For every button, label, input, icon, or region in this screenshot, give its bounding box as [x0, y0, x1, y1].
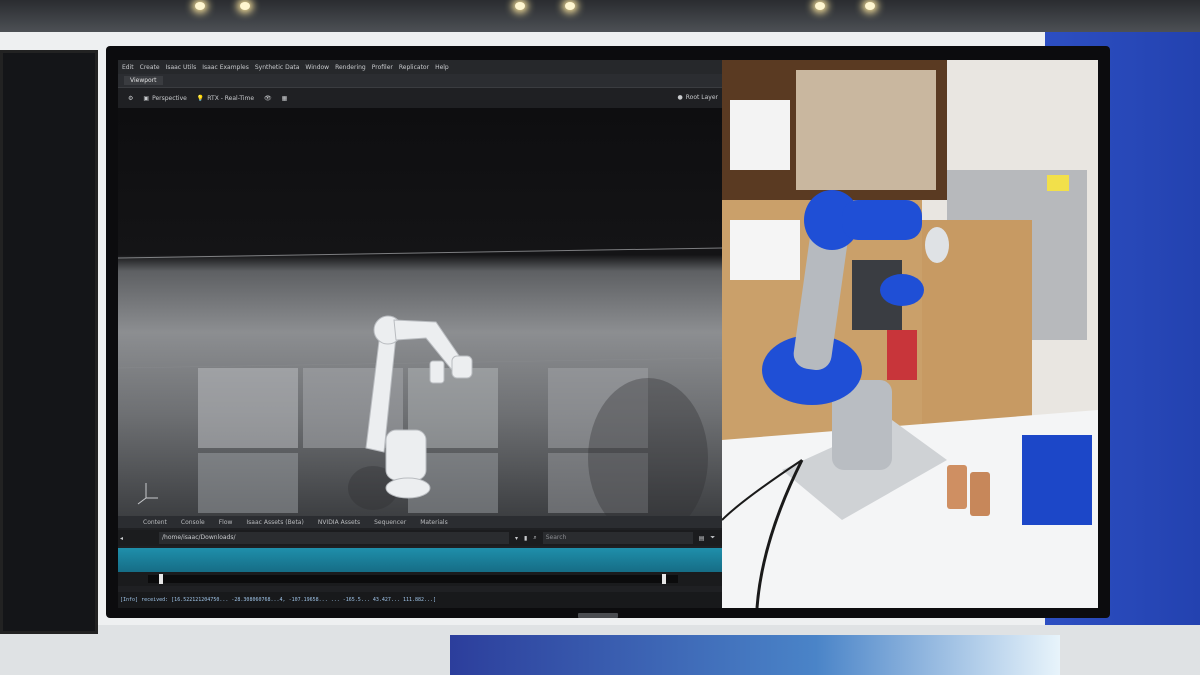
grid-horizon — [118, 247, 723, 259]
axis-gizmo-icon — [137, 483, 158, 505]
dropdown-arrow-icon[interactable]: ▾ — [515, 535, 518, 542]
tab-flow[interactable]: Flow — [214, 519, 238, 526]
path-input[interactable]: /home/isaac/Downloads/ — [159, 532, 510, 544]
menu-replicator[interactable]: Replicator — [399, 64, 429, 71]
eye-icon[interactable]: 👁 — [264, 95, 272, 102]
timeline-playhead[interactable] — [158, 574, 163, 584]
console-status-line: [Info] received: [16.522121204750... -28… — [118, 592, 724, 608]
list-view-icon[interactable]: ▤ — [699, 535, 705, 542]
adjacent-monitor — [0, 50, 98, 634]
menu-edit[interactable]: Edit — [122, 64, 134, 71]
content-path-bar: ◂ /home/isaac/Downloads/ ▾ ▮ ⌕ Search ▤ … — [118, 530, 722, 546]
search-icon: ⌕ — [533, 534, 537, 541]
tv-screen: Edit Create Isaac Utils Isaac Examples S… — [118, 60, 1098, 608]
booth-sign — [450, 635, 1060, 675]
viewport-tabbar: Viewport — [118, 74, 722, 88]
grid-icon[interactable]: ▦ — [282, 95, 288, 102]
menu-isaac-utils[interactable]: Isaac Utils — [166, 64, 197, 71]
viewport-scene — [118, 247, 723, 538]
tab-console[interactable]: Console — [176, 519, 210, 526]
wooden-block — [970, 472, 990, 516]
3d-viewport[interactable] — [118, 108, 723, 538]
tab-nvidia-assets[interactable]: NVIDIA Assets — [313, 519, 365, 526]
menu-window[interactable]: Window — [305, 64, 329, 71]
posted-paper — [730, 220, 800, 280]
robot-base — [385, 429, 427, 481]
ceiling-light — [240, 2, 250, 10]
blue-box — [1022, 435, 1092, 525]
menu-bar: Edit Create Isaac Utils Isaac Examples S… — [118, 60, 722, 74]
ceiling-light — [195, 2, 205, 10]
tv-brand-logo — [578, 613, 618, 618]
shelf-back — [796, 70, 936, 190]
root-layer-label: Root Layer — [685, 94, 718, 101]
timeline-end-marker[interactable] — [662, 574, 667, 584]
tab-content[interactable]: Content — [138, 519, 172, 526]
timeline-bar — [118, 572, 722, 586]
menu-help[interactable]: Help — [435, 64, 449, 71]
settings-gear-icon[interactable]: ⚙ — [128, 95, 133, 102]
reflection-panel — [198, 368, 298, 448]
layer-dot-icon: ● — [677, 94, 683, 101]
tab-isaac-assets[interactable]: Isaac Assets (Beta) — [241, 519, 308, 526]
ceiling-light — [865, 2, 875, 10]
menu-profiler[interactable]: Profiler — [372, 64, 393, 71]
robot-tool — [429, 360, 445, 384]
content-browser-panel[interactable] — [118, 548, 722, 572]
root-layer-indicator[interactable]: ● Root Layer — [678, 94, 718, 101]
tab-viewport[interactable]: Viewport — [124, 76, 163, 85]
bulb-icon: 💡 — [196, 94, 205, 102]
bookmark-icon[interactable]: ▮ — [524, 535, 527, 542]
reflection-panel — [198, 453, 298, 513]
menu-isaac-examples[interactable]: Isaac Examples — [202, 64, 249, 71]
tab-sequencer[interactable]: Sequencer — [369, 519, 411, 526]
menu-create[interactable]: Create — [140, 64, 160, 71]
back-arrow-icon[interactable]: ◂ — [120, 535, 123, 542]
warning-label — [1047, 175, 1069, 191]
bottom-panel-tabs: Content Console Flow Isaac Assets (Beta)… — [118, 516, 722, 528]
viewport-toolbar: ⚙ ▣ Perspective 💡 RTX - Real-Time 👁 ▦ — [118, 88, 722, 108]
wooden-block — [947, 465, 967, 509]
menu-rendering[interactable]: Rendering — [335, 64, 366, 71]
robot-foot — [385, 477, 431, 499]
tv-monitor: Edit Create Isaac Utils Isaac Examples S… — [106, 46, 1110, 618]
camera-icon: ▣ — [143, 94, 150, 102]
shelf-boxes — [730, 100, 790, 170]
ceiling-light — [515, 2, 525, 10]
tab-materials[interactable]: Materials — [415, 519, 453, 526]
grid-line — [118, 357, 723, 369]
ceiling-light — [565, 2, 575, 10]
filter-icon[interactable]: ⏷ — [710, 534, 715, 542]
camera-label: Perspective — [152, 94, 187, 102]
renderer-button[interactable]: 💡 RTX - Real-Time — [197, 95, 254, 102]
robot-wrist — [451, 355, 473, 379]
camera-scene — [722, 60, 1098, 608]
ceiling-light — [815, 2, 825, 10]
camera-button[interactable]: ▣ Perspective — [143, 95, 186, 102]
robot-camera-feed — [722, 60, 1098, 608]
menu-synthetic-data[interactable]: Synthetic Data — [255, 64, 300, 71]
isaac-sim-window: Edit Create Isaac Utils Isaac Examples S… — [118, 60, 724, 608]
renderer-label: RTX - Real-Time — [207, 94, 255, 102]
red-block — [887, 330, 917, 380]
timeline-track[interactable] — [148, 574, 678, 584]
search-input[interactable]: Search — [542, 532, 693, 544]
